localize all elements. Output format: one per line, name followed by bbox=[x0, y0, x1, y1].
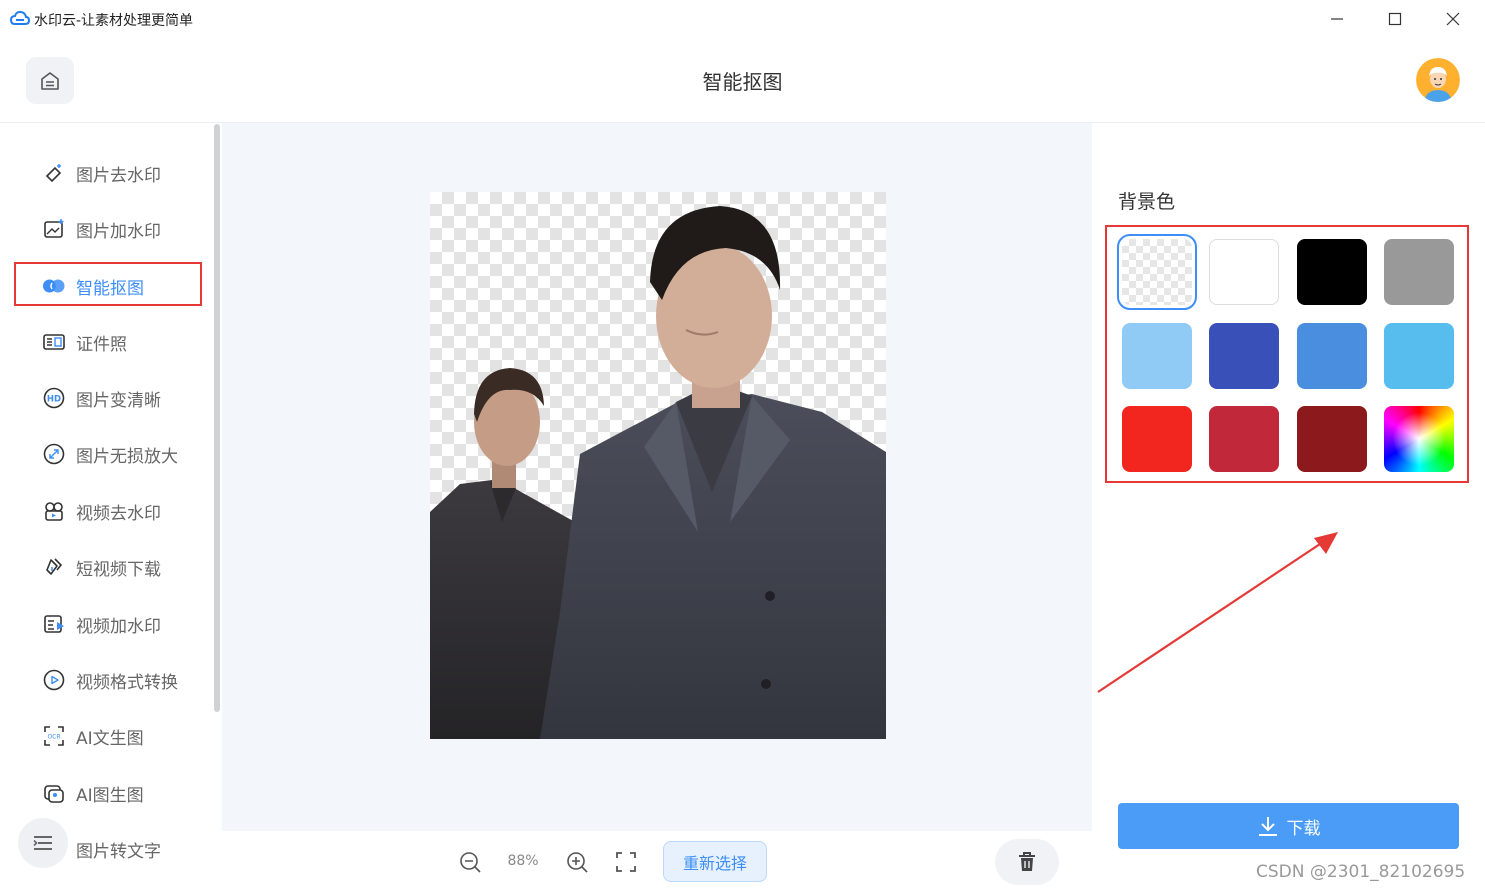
download-icon bbox=[1258, 817, 1277, 836]
sidebar-item-label: 图片去水印 bbox=[76, 165, 161, 186]
sidebar-item-label: 视频去水印 bbox=[76, 503, 161, 524]
sidebar-item-lossless-enlarge[interactable]: 图片无损放大 bbox=[30, 434, 202, 474]
sidebar-item-remove-video-watermark[interactable]: 视频去水印 bbox=[30, 491, 202, 531]
user-avatar-icon bbox=[1416, 58, 1460, 102]
csdn-watermark: CSDN @2301_82102695 bbox=[1256, 862, 1466, 882]
sidebar-item-ai-text-to-image[interactable]: OCR AI文生图 bbox=[30, 716, 202, 756]
sidebar-item-label: 图片转文字 bbox=[76, 841, 161, 862]
image-stack-icon bbox=[42, 781, 66, 805]
sidebar-item-label: 视频格式转换 bbox=[76, 672, 178, 693]
swatch-dark-red[interactable] bbox=[1296, 406, 1367, 472]
enlarge-icon bbox=[42, 442, 66, 466]
fit-screen-button[interactable] bbox=[612, 848, 640, 876]
sidebar-item-label: 图片无损放大 bbox=[76, 446, 178, 467]
sidebar-item-ai-image-to-image[interactable]: AI图生图 bbox=[30, 773, 202, 813]
zoom-out-icon bbox=[460, 852, 481, 873]
active-item-highlight bbox=[14, 262, 202, 306]
maximize-icon bbox=[1388, 12, 1402, 26]
sidebar-item-remove-image-watermark[interactable]: 图片去水印 bbox=[30, 153, 202, 193]
eraser-icon bbox=[42, 161, 66, 185]
swatch-red[interactable] bbox=[1122, 406, 1192, 472]
swatch-crimson[interactable] bbox=[1209, 406, 1280, 472]
sidebar: 图片去水印 图片加水印 智能抠图 证件照 HD 图片变清晰 图片无损放大 视频去… bbox=[0, 123, 222, 892]
minimize-icon bbox=[1331, 18, 1343, 20]
swatch-royal-blue[interactable] bbox=[1209, 322, 1280, 389]
sidebar-item-label: 证件照 bbox=[76, 334, 127, 355]
sidebar-item-image-sharpen[interactable]: HD 图片变清晰 bbox=[30, 378, 202, 418]
title-bar bbox=[0, 0, 1485, 38]
menu-collapse-icon bbox=[33, 836, 52, 850]
sidebar-item-label: 图片变清晰 bbox=[76, 390, 161, 411]
hd-icon: HD bbox=[42, 386, 66, 410]
avatar[interactable] bbox=[1416, 58, 1460, 102]
cutout-preview-image bbox=[430, 192, 886, 739]
swatch-gray[interactable] bbox=[1383, 239, 1454, 305]
delete-button[interactable] bbox=[995, 839, 1059, 885]
download-button[interactable]: 下载 bbox=[1118, 803, 1459, 849]
swatch-light-blue[interactable] bbox=[1122, 322, 1192, 389]
people-cutout-illustration bbox=[430, 206, 886, 739]
zoom-level: 88% bbox=[507, 853, 539, 869]
reselect-button[interactable]: 重新选择 bbox=[663, 841, 767, 882]
link-download-icon bbox=[42, 555, 66, 579]
swatch-transparent[interactable] bbox=[1117, 234, 1197, 310]
close-icon bbox=[1446, 12, 1460, 26]
video-add-icon bbox=[42, 612, 66, 636]
zoom-in-icon bbox=[567, 852, 588, 873]
trash-icon bbox=[1019, 852, 1035, 871]
swatch-sky-blue[interactable] bbox=[1383, 322, 1454, 389]
menu-toggle-button[interactable] bbox=[18, 818, 68, 868]
zoom-in-button[interactable] bbox=[563, 848, 591, 876]
video-eraser-icon bbox=[42, 499, 66, 523]
download-label: 下载 bbox=[1286, 818, 1321, 839]
sidebar-item-label: 图片加水印 bbox=[76, 221, 161, 242]
image-add-icon bbox=[42, 217, 66, 241]
svg-text:HD: HD bbox=[47, 395, 61, 405]
swatch-medium-blue[interactable] bbox=[1296, 322, 1367, 389]
sidebar-item-short-video-download[interactable]: 短视频下载 bbox=[30, 547, 202, 587]
annotation-arrow bbox=[1092, 520, 1352, 700]
minimize-button[interactable] bbox=[1308, 0, 1366, 38]
page-title: 智能抠图 bbox=[702, 70, 783, 94]
svg-text:OCR: OCR bbox=[47, 734, 60, 741]
app-title: 水印云-让素材处理更简单 bbox=[34, 13, 194, 29]
play-circle-icon bbox=[42, 668, 66, 692]
close-button[interactable] bbox=[1424, 0, 1482, 38]
sidebar-item-add-image-watermark[interactable]: 图片加水印 bbox=[30, 209, 202, 249]
bottom-toolbar bbox=[222, 831, 1092, 892]
sidebar-item-label: 短视频下载 bbox=[76, 559, 161, 580]
swatch-white[interactable] bbox=[1209, 239, 1280, 305]
sidebar-item-label: 视频加水印 bbox=[76, 616, 161, 637]
ocr-frame-icon: OCR bbox=[42, 724, 66, 748]
sidebar-item-label: AI图生图 bbox=[76, 785, 144, 806]
background-color-label: 背景色 bbox=[1118, 191, 1176, 213]
swatch-black[interactable] bbox=[1296, 239, 1367, 305]
zoom-out-button[interactable] bbox=[456, 848, 484, 876]
swatch-custom-spectrum[interactable] bbox=[1383, 406, 1454, 472]
maximize-button[interactable] bbox=[1366, 0, 1424, 38]
sidebar-item-add-video-watermark[interactable]: 视频加水印 bbox=[30, 604, 202, 644]
sidebar-item-id-photo[interactable]: 证件照 bbox=[30, 322, 202, 362]
sidebar-scrollbar[interactable] bbox=[214, 124, 220, 712]
sidebar-item-label: AI文生图 bbox=[76, 728, 144, 749]
app-logo-icon bbox=[10, 10, 30, 28]
id-card-icon bbox=[42, 330, 66, 354]
fullscreen-icon bbox=[616, 852, 636, 872]
sidebar-item-video-format-convert[interactable]: 视频格式转换 bbox=[30, 660, 202, 700]
